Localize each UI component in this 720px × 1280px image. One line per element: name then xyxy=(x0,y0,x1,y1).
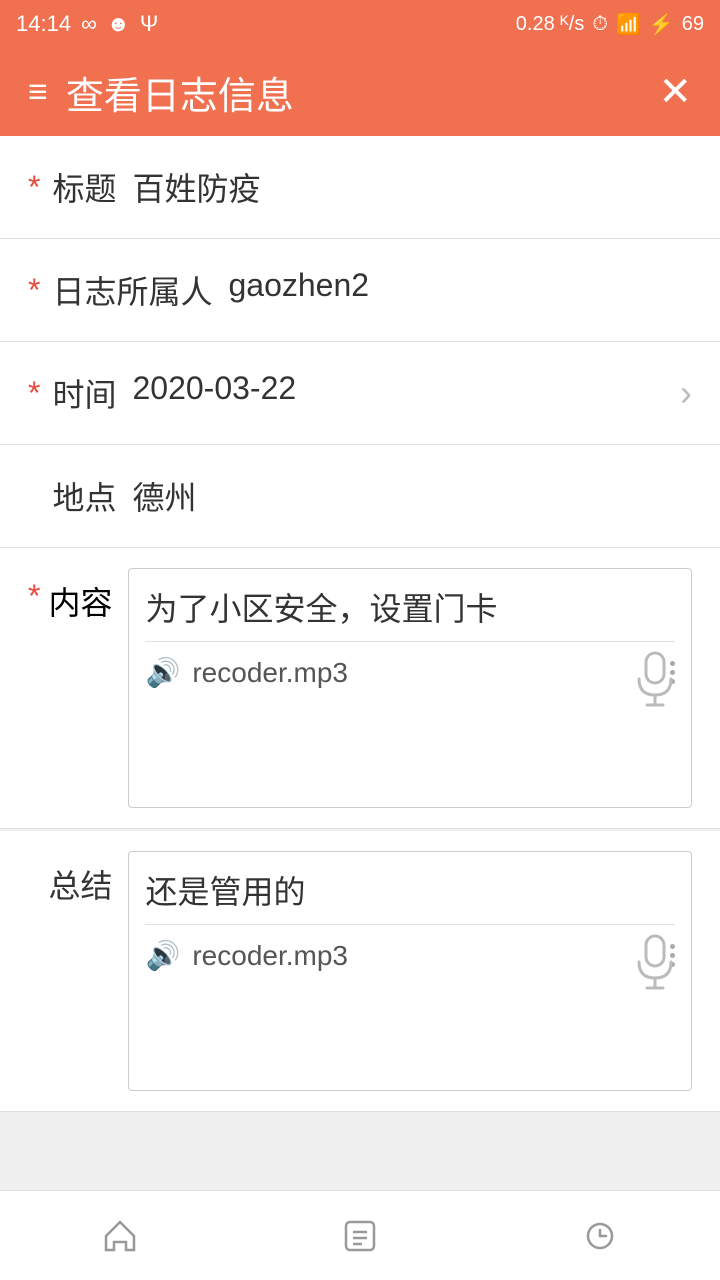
location-field-row: * 地点 德州 xyxy=(0,445,720,548)
menu-icon[interactable]: ≡ xyxy=(28,73,48,112)
content-required-star: * xyxy=(28,578,40,615)
time-field-row[interactable]: * 时间 2020-03-22 › xyxy=(0,342,720,445)
status-lightning-icon: ⚡ xyxy=(649,12,674,37)
bottom-tab-bar xyxy=(0,1190,720,1280)
summary-input-box[interactable]: 还是管用的 🔊 recoder.mp3 xyxy=(128,851,692,1091)
status-battery: 69 xyxy=(682,13,704,36)
title-required-star: * xyxy=(28,169,40,206)
mic-button[interactable] xyxy=(635,651,675,717)
status-time: 14:14 xyxy=(16,11,71,37)
summary-audio-filename: recoder.mp3 xyxy=(192,940,658,972)
bottom-icon-2[interactable] xyxy=(330,1206,390,1266)
time-required-star: * xyxy=(28,375,40,412)
content-text: 为了小区安全，设置门卡 xyxy=(145,585,675,633)
close-button[interactable]: ✕ xyxy=(658,69,692,115)
title-field-row: * 标题 百姓防疫 xyxy=(0,136,720,239)
time-label: * 时间 xyxy=(28,370,116,416)
page-title: 查看日志信息 xyxy=(66,65,294,120)
title-value: 百姓防疫 xyxy=(132,164,260,210)
owner-label: * 日志所属人 xyxy=(28,267,212,313)
time-value: 2020-03-22 xyxy=(132,370,296,407)
content-field-row: * 内容 为了小区安全，设置门卡 🔊 recoder.mp3 xyxy=(0,548,720,829)
status-right: 0.28 ᴷ/s ⏱ 📶 ⚡ 69 xyxy=(516,12,704,37)
summary-label-col: * 总结 xyxy=(28,851,112,907)
header-left: ≡ 查看日志信息 xyxy=(28,65,294,120)
status-infinity: ∞ xyxy=(81,11,97,37)
owner-required-star: * xyxy=(28,272,40,309)
summary-mic-button[interactable] xyxy=(635,934,675,1000)
content-audio-icon: 🔊 xyxy=(145,656,180,689)
location-value: 德州 xyxy=(132,473,196,519)
summary-field-row: * 总结 还是管用的 🔊 recoder.mp3 xyxy=(0,831,720,1112)
content-audio-filename: recoder.mp3 xyxy=(192,657,658,689)
bottom-icon-1[interactable] xyxy=(90,1206,150,1266)
bottom-icon-3[interactable] xyxy=(570,1206,630,1266)
summary-text: 还是管用的 xyxy=(145,868,675,916)
content-audio-row: 🔊 recoder.mp3 xyxy=(145,641,675,703)
form-content: * 标题 百姓防疫 * 日志所属人 gaozhen2 * 时间 2020-03-… xyxy=(0,136,720,1212)
owner-field-row: * 日志所属人 gaozhen2 xyxy=(0,239,720,342)
location-label: * 地点 xyxy=(28,473,116,519)
time-arrow-icon: › xyxy=(680,372,692,414)
status-speed: 0.28 ᴷ/s xyxy=(516,13,585,36)
title-label: * 标题 xyxy=(28,164,116,210)
app-header: ≡ 查看日志信息 ✕ xyxy=(0,48,720,136)
content-label: 内容 xyxy=(48,578,112,624)
content-input-box[interactable]: 为了小区安全，设置门卡 🔊 recoder.mp3 xyxy=(128,568,692,808)
owner-value: gaozhen2 xyxy=(228,267,369,304)
summary-audio-icon: 🔊 xyxy=(145,939,180,972)
status-signal-icon: 📶 xyxy=(616,12,641,37)
status-clock-icon: ⏱ xyxy=(592,13,608,36)
status-bar: 14:14 ∞ ☻ Ψ 0.28 ᴷ/s ⏱ 📶 ⚡ 69 xyxy=(0,0,720,48)
status-person-icon: ☻ xyxy=(107,11,130,37)
content-label-col: * 内容 xyxy=(28,568,112,624)
status-left: 14:14 ∞ ☻ Ψ xyxy=(16,11,158,37)
status-usb-icon: Ψ xyxy=(140,11,158,37)
summary-audio-row: 🔊 recoder.mp3 xyxy=(145,924,675,986)
summary-label: 总结 xyxy=(48,861,112,907)
